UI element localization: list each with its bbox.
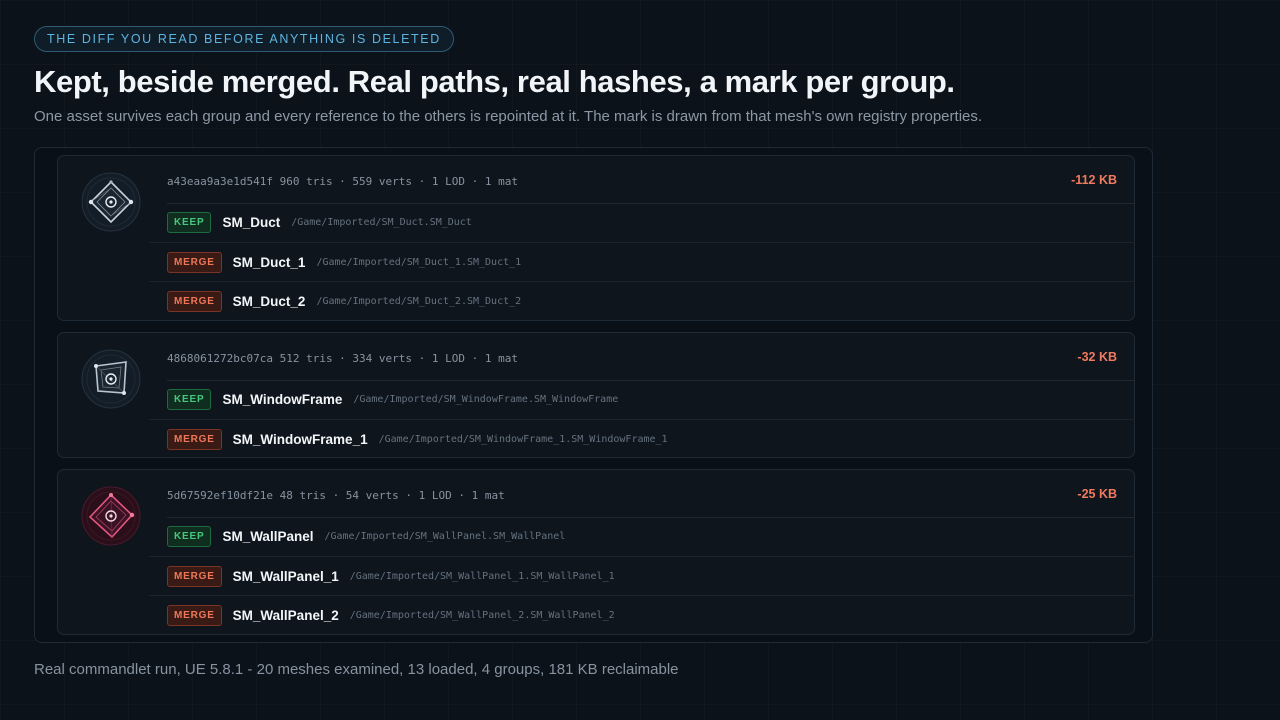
merge-badge: MERGE <box>167 251 222 273</box>
asset-name: SM_WindowFrame <box>222 391 343 407</box>
asset-name: SM_WindowFrame_1 <box>232 431 368 447</box>
asset-name: SM_Duct <box>222 214 281 230</box>
asset-row: KEEP SM_Duct /Game/Imported/SM_Duct.SM_D… <box>149 203 1134 242</box>
asset-path: /Game/Imported/SM_Duct_1.SM_Duct_1 <box>316 256 522 268</box>
merge-badge: MERGE <box>167 290 222 312</box>
keep-badge: KEEP <box>167 388 212 410</box>
asset-path: /Game/Imported/SM_WindowFrame_1.SM_Windo… <box>378 433 668 445</box>
asset-name: SM_WallPanel_1 <box>232 568 339 584</box>
group-saving: -32 KB <box>1077 350 1117 364</box>
keep-badge: KEEP <box>167 211 212 233</box>
group-card: 5d67592ef10df21e 48 tris · 54 verts · 1 … <box>57 469 1135 635</box>
group-meta: 4868061272bc07ca 512 tris · 334 verts · … <box>167 352 518 365</box>
merge-badge: MERGE <box>167 565 222 587</box>
asset-path: /Game/Imported/SM_WallPanel_2.SM_WallPan… <box>349 609 615 621</box>
page-subtitle: One asset survives each group and every … <box>34 108 983 125</box>
group-saving: -112 KB <box>1071 173 1117 187</box>
group-header: 4868061272bc07ca 512 tris · 334 verts · … <box>167 333 1134 381</box>
merge-badge: MERGE <box>167 428 222 450</box>
asset-row: MERGE SM_WindowFrame_1 /Game/Imported/SM… <box>149 419 1134 459</box>
asset-name: SM_WallPanel_2 <box>232 607 339 623</box>
section-eyebrow: THE DIFF YOU READ BEFORE ANYTHING IS DEL… <box>34 26 454 52</box>
asset-row: MERGE SM_Duct_1 /Game/Imported/SM_Duct_1… <box>149 242 1134 282</box>
page-title: Kept, beside merged. Real paths, real ha… <box>34 64 955 99</box>
group-header: a43eaa9a3e1d541f 960 tris · 559 verts · … <box>167 156 1134 204</box>
asset-row: MERGE SM_Duct_2 /Game/Imported/SM_Duct_2… <box>149 281 1134 321</box>
asset-path: /Game/Imported/SM_Duct.SM_Duct <box>291 216 472 228</box>
group-header: 5d67592ef10df21e 48 tris · 54 verts · 1 … <box>167 470 1134 518</box>
asset-name: SM_WallPanel <box>222 528 314 544</box>
group-card: 4868061272bc07ca 512 tris · 334 verts · … <box>57 332 1135 458</box>
asset-path: /Game/Imported/SM_WallPanel_1.SM_WallPan… <box>349 570 615 582</box>
asset-path: /Game/Imported/SM_WindowFrame.SM_WindowF… <box>353 393 619 405</box>
asset-row: MERGE SM_WallPanel_2 /Game/Imported/SM_W… <box>149 595 1134 635</box>
group-meta: 5d67592ef10df21e 48 tris · 54 verts · 1 … <box>167 489 505 502</box>
registry-mark-icon <box>81 172 141 232</box>
diff-panel: a43eaa9a3e1d541f 960 tris · 559 verts · … <box>34 147 1153 643</box>
asset-path: /Game/Imported/SM_WallPanel.SM_WallPanel <box>324 530 566 542</box>
asset-row: MERGE SM_WallPanel_1 /Game/Imported/SM_W… <box>149 556 1134 596</box>
asset-path: /Game/Imported/SM_Duct_2.SM_Duct_2 <box>316 295 522 307</box>
asset-name: SM_Duct_1 <box>232 254 306 270</box>
asset-row: KEEP SM_WallPanel /Game/Imported/SM_Wall… <box>149 517 1134 556</box>
group-meta: a43eaa9a3e1d541f 960 tris · 559 verts · … <box>167 175 518 188</box>
asset-name: SM_Duct_2 <box>232 293 306 309</box>
merge-badge: MERGE <box>167 604 222 626</box>
keep-badge: KEEP <box>167 525 212 547</box>
registry-mark-icon <box>81 349 141 409</box>
registry-mark-icon <box>81 486 141 546</box>
asset-row: KEEP SM_WindowFrame /Game/Imported/SM_Wi… <box>149 380 1134 419</box>
run-summary: Real commandlet run, UE 5.8.1 - 20 meshe… <box>34 661 679 678</box>
group-saving: -25 KB <box>1077 487 1117 501</box>
group-card: a43eaa9a3e1d541f 960 tris · 559 verts · … <box>57 155 1135 321</box>
